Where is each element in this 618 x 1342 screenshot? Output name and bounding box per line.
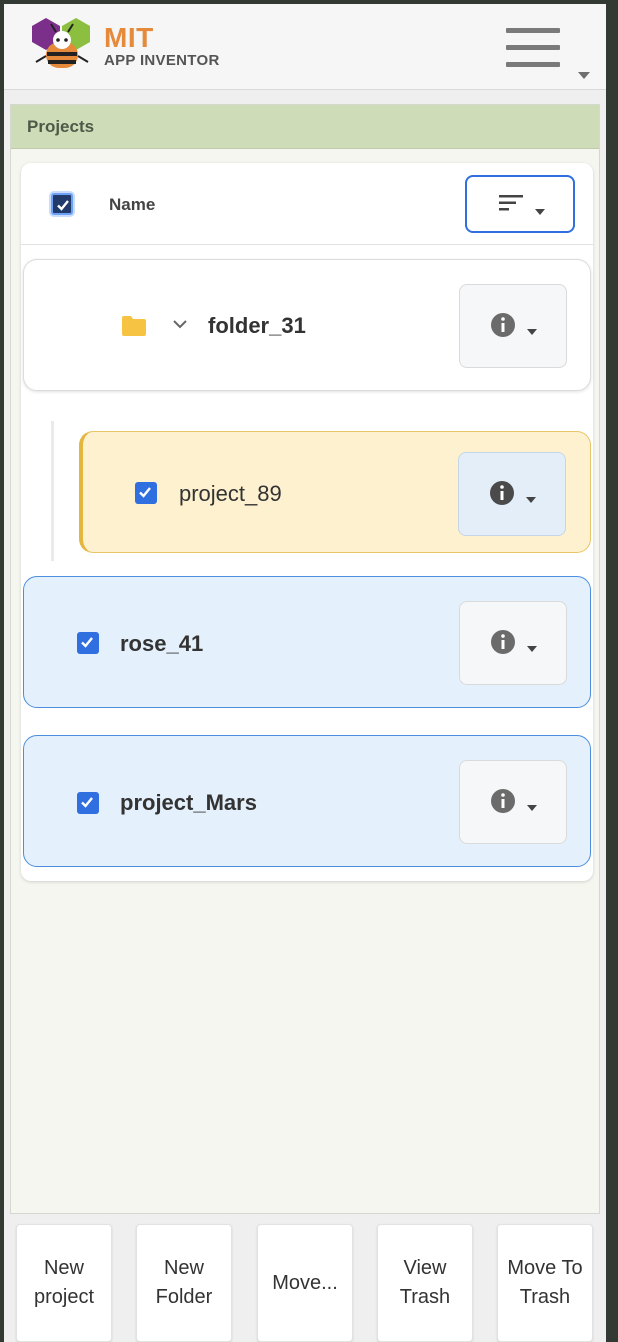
info-icon <box>491 630 515 654</box>
hamburger-bar <box>506 62 560 67</box>
dropdown-caret-icon <box>527 805 537 811</box>
info-menu-button[interactable] <box>459 760 567 844</box>
list-header: Name <box>21 163 593 245</box>
list-item-project[interactable]: project_Mars <box>23 735 591 867</box>
project-name[interactable]: project_89 <box>179 481 282 507</box>
panel-title: Projects <box>11 105 599 149</box>
dropdown-caret-icon <box>578 72 590 79</box>
checkbox-icon <box>57 200 69 211</box>
move-to-trash-button[interactable]: Move To Trash <box>497 1224 593 1342</box>
row-checkbox[interactable] <box>77 792 99 814</box>
checkbox-icon <box>81 637 93 648</box>
folder-icon <box>122 316 146 336</box>
indent-guide <box>51 421 54 561</box>
list-item-project[interactable]: project_89 <box>79 431 591 553</box>
info-menu-button[interactable] <box>459 284 567 368</box>
row-checkbox[interactable] <box>135 482 157 504</box>
project-name[interactable]: project_Mars <box>120 790 257 816</box>
brand-title: MIT <box>104 22 154 53</box>
info-menu-button[interactable] <box>458 452 566 536</box>
info-icon <box>491 313 515 337</box>
bottom-toolbar: New project New Folder Move... View Tras… <box>4 1218 606 1342</box>
move-button[interactable]: Move... <box>257 1224 353 1342</box>
view-trash-button[interactable]: View Trash <box>377 1224 473 1342</box>
info-icon <box>491 789 515 813</box>
app-inventor-logo-icon[interactable] <box>26 16 98 76</box>
info-menu-button[interactable] <box>459 601 567 685</box>
sort-button[interactable] <box>465 175 575 233</box>
list-item-project[interactable]: rose_41 <box>23 576 591 708</box>
list-item-folder[interactable]: folder_31 <box>23 259 591 391</box>
hamburger-bar <box>506 45 560 50</box>
brand-subtitle: APP INVENTOR <box>104 52 220 69</box>
hamburger-menu-button[interactable] <box>498 22 594 82</box>
sort-icon <box>499 195 523 211</box>
projects-panel: Projects Name folder_31 project_89 rose_… <box>10 104 600 1214</box>
name-column-header[interactable]: Name <box>109 195 155 215</box>
checkbox-icon <box>81 797 93 808</box>
project-name[interactable]: rose_41 <box>120 631 203 657</box>
dropdown-caret-icon <box>526 497 536 503</box>
select-all-checkbox[interactable] <box>51 193 73 215</box>
new-folder-button[interactable]: New Folder <box>136 1224 232 1342</box>
dropdown-caret-icon <box>527 646 537 652</box>
top-header: MIT APP INVENTOR <box>4 4 606 90</box>
chevron-down-icon[interactable] <box>172 318 188 330</box>
hamburger-menu-icon <box>506 28 560 33</box>
dropdown-caret-icon <box>527 329 537 335</box>
info-icon <box>490 481 514 505</box>
checkbox-icon <box>139 487 151 498</box>
dropdown-caret-icon <box>535 209 545 215</box>
folder-name[interactable]: folder_31 <box>208 313 306 339</box>
new-project-button[interactable]: New project <box>16 1224 112 1342</box>
app-frame: MIT APP INVENTOR Projects Name folder_31… <box>4 4 606 1342</box>
row-checkbox[interactable] <box>77 632 99 654</box>
